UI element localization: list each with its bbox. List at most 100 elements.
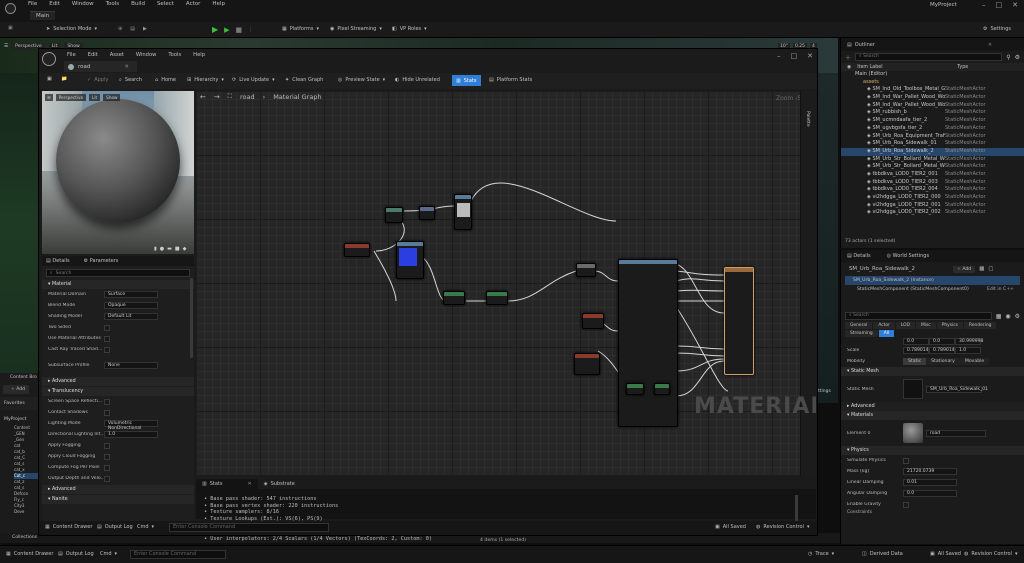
outliner-item[interactable]: ◈ SM_Urb_Roa_Sidewalk_01 StaticMeshActor [841, 140, 1024, 148]
mobility-stationary[interactable]: Stationary [926, 358, 960, 365]
advanced-header[interactable]: ▸ Advanced [42, 377, 194, 386]
prop-checkbox[interactable] [104, 335, 110, 342]
menu-file[interactable]: File [28, 1, 37, 7]
stop-icon[interactable]: ■ [236, 26, 243, 34]
preview-state-button[interactable]: ◎ Preview State ▾ [338, 77, 385, 83]
me-console-input[interactable]: Enter Console Command [169, 523, 329, 532]
node-lerp[interactable] [626, 383, 644, 395]
blueprint-icon[interactable]: ▦ [979, 266, 984, 272]
me-menu-file[interactable]: File [67, 52, 76, 58]
menu-tools[interactable]: Tools [106, 1, 120, 7]
cube-icon[interactable]: ■ [175, 246, 180, 252]
menu-select[interactable]: Select [157, 1, 174, 7]
nanite-header[interactable]: ▾ Nanite [42, 495, 194, 504]
outliner-tab[interactable]: ▤ Outliner ✕ [841, 38, 1024, 51]
me-unreal-logo-icon[interactable] [42, 52, 56, 66]
lock-icon[interactable]: ▢ [988, 266, 993, 272]
all-saved-button[interactable]: ▣ All Saved [930, 551, 961, 557]
prop-checkbox[interactable] [104, 346, 110, 353]
derived-data-button[interactable]: ◫ Derived Data [862, 551, 903, 557]
translucency-header[interactable]: ▾ Translucency [42, 387, 194, 396]
platforms-button[interactable]: ▦ Platforms ▾ [282, 26, 319, 32]
me-menu-help[interactable]: Help [193, 52, 205, 58]
static-mesh-advanced[interactable]: ▸ Advanced [841, 402, 1024, 411]
menu-build[interactable]: Build [131, 1, 145, 7]
menu-window[interactable]: Window [72, 1, 94, 7]
tab-details-right[interactable]: ▤ Details [847, 253, 871, 259]
favorites-header[interactable]: Favorites [0, 397, 38, 410]
material-dropdown[interactable]: road [926, 429, 986, 437]
prop-checkbox[interactable] [903, 501, 909, 508]
scale-y[interactable]: 0.789014 [929, 347, 955, 354]
me-menu-asset[interactable]: Asset [110, 52, 124, 58]
prop-checkbox[interactable] [104, 324, 110, 331]
close-tab-icon[interactable]: ✕ [124, 64, 129, 70]
prop-value[interactable]: 0.01 [903, 479, 957, 486]
settings-icon[interactable]: ⚙ [1015, 54, 1020, 61]
settings-icon[interactable]: ⚙ [1015, 313, 1020, 320]
clean-graph-button[interactable]: ✦ Clean Graph [285, 77, 323, 83]
mobility-static[interactable]: Static [903, 358, 927, 365]
menu-edit[interactable]: Edit [49, 1, 60, 7]
outliner-item[interactable]: ◈ tbbdkva_LOD0_TIER2_001 StaticMeshActor [841, 171, 1024, 179]
viewport-settings-label[interactable]: ttings [818, 389, 831, 394]
prop-value[interactable]: 21720.0739 [903, 468, 957, 475]
tab-substrate[interactable]: ◈ Substrate [258, 479, 301, 489]
outliner-item[interactable]: ◈ SM_Urb_Str_Bollard_Metal_Worn_4StaticM… [841, 163, 1024, 171]
filter-tab[interactable]: Physics [936, 322, 963, 329]
search-button[interactable]: ⌕ Search [119, 77, 142, 83]
me-content-drawer-button[interactable]: ▦ Content Drawer [45, 524, 92, 530]
console-input[interactable]: Enter Console Command [130, 550, 226, 559]
node-main-material[interactable] [724, 267, 754, 375]
prop-checkbox[interactable] [104, 464, 110, 471]
material-section-header[interactable]: ▾ Material [42, 280, 194, 289]
add-actor-icon[interactable]: ⊕ [118, 26, 122, 32]
content-drawer-button[interactable]: ▦ Content Drawer [6, 551, 53, 557]
filter-icon[interactable]: ⚲ [1006, 54, 1010, 61]
me-menu-tools[interactable]: Tools [168, 52, 181, 58]
node-material-function[interactable] [618, 259, 678, 427]
outliner-item[interactable]: ◈ SM_ucmndaafa_tier_2 StaticMeshActor [841, 117, 1024, 125]
node-multiply-2[interactable] [654, 383, 670, 395]
minimize-icon[interactable]: – [777, 52, 781, 60]
outliner-item[interactable]: ◈ SM_Urb_Roa_Equipment_TrafficCone_01Sta… [841, 133, 1024, 141]
grid-icon[interactable]: ▦ [996, 313, 1002, 320]
filter-tab[interactable]: All [878, 330, 895, 337]
me-revision-control[interactable]: ◍ Revision Control ▾ [756, 524, 809, 530]
cylinder-icon[interactable]: ▮ [154, 246, 157, 252]
node-texture-sample[interactable] [454, 194, 472, 230]
node-scalar-param[interactable] [344, 243, 370, 257]
platform-stats-button[interactable]: ▤ Platform Stats [489, 77, 532, 83]
minimize-icon[interactable]: – [982, 1, 986, 9]
live-update-button[interactable]: ⟳ Live Update ▾ [232, 77, 275, 83]
apply-button[interactable]: ✓ Apply [87, 77, 108, 83]
play-icon[interactable]: ▶ [212, 25, 218, 34]
outliner-item[interactable]: ◈ vi2hdgga_LOD0_TIER2_000 StaticMeshActor [841, 194, 1024, 202]
static-mesh-dropdown[interactable]: SM_Urb_Roa_Sidewalk_01 [926, 385, 988, 393]
add-component-button[interactable]: + Add [953, 265, 976, 273]
node-add[interactable] [443, 291, 465, 305]
palette-tab[interactable]: Palette [805, 111, 810, 127]
more-icon[interactable]: ⋮ [248, 27, 253, 33]
outliner-item[interactable]: ◈ SM_Ind_War_Pallet_Wood_Worn_04StaticMe… [841, 94, 1024, 102]
browse-icon[interactable]: 📁 [61, 76, 67, 82]
prop-value[interactable]: Default Lit [104, 313, 158, 320]
details-scrollbar[interactable] [190, 278, 193, 358]
component-instance-row[interactable]: SM_Urb_Roa_Sidewalk_2 (Instance) [845, 276, 1020, 285]
outliner-item[interactable]: ◈ SM_ugvbgsfa_tier_2 StaticMeshActor [841, 125, 1024, 133]
cb-add-button[interactable]: + Add [3, 385, 29, 394]
outliner-item[interactable]: ◈ SM_Urb_Str_Bollard_Metal_Worn_01Static… [841, 156, 1024, 164]
prop-value[interactable]: None [104, 361, 158, 369]
node-add-2[interactable] [486, 291, 508, 305]
hide-unrelated-button[interactable]: ◐ Hide Unrelated [395, 77, 440, 83]
main-level-tab[interactable]: Main [30, 11, 56, 20]
outliner-item[interactable]: ◈ vi2hdgga_LOD0_TIER2_001 StaticMeshActor [841, 202, 1024, 210]
mobility-movable[interactable]: Movable [959, 358, 990, 365]
scale-z[interactable]: 1.0 [955, 347, 981, 354]
menu-help[interactable]: Help [212, 1, 225, 7]
preview-options-icon[interactable]: ☰ [45, 94, 53, 101]
prop-value[interactable]: Surface [104, 291, 158, 298]
selection-mode-button[interactable]: ➤ Selection Mode ▾ [46, 26, 97, 32]
save-icon[interactable]: ▣ [8, 25, 13, 31]
prop-value[interactable]: Opaque [104, 302, 158, 309]
